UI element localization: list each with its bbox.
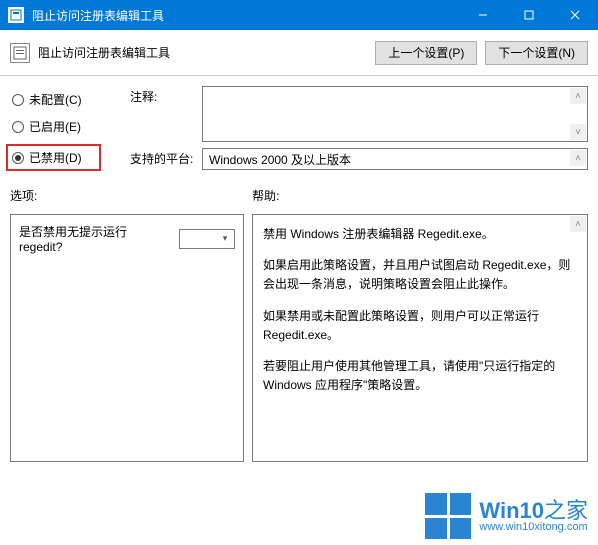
radio-not-configured[interactable]: 未配置(C) <box>10 90 120 109</box>
comment-textbox[interactable]: ˄ ˅ <box>202 86 588 142</box>
section-labels: 选项: 帮助: <box>10 187 588 204</box>
comment-row: 注释: ˄ ˅ <box>130 86 588 142</box>
help-panel: 禁用 Windows 注册表编辑器 Regedit.exe。 如果启用此策略设置… <box>252 214 588 462</box>
titlebar: 阻止访问注册表编辑工具 <box>0 0 598 30</box>
help-label: 帮助: <box>252 187 588 204</box>
scroll-down-icon[interactable]: ˅ <box>570 124 586 140</box>
radio-label: 已禁用(D) <box>29 149 82 166</box>
close-button[interactable] <box>552 0 598 30</box>
platform-label: 支持的平台: <box>130 148 196 167</box>
window-title: 阻止访问注册表编辑工具 <box>32 7 460 24</box>
radio-label: 已启用(E) <box>29 118 81 135</box>
window-buttons <box>460 0 598 30</box>
regedit-silent-option: 是否禁用无提示运行 regedit? ▾ <box>19 223 235 254</box>
options-label: 选项: <box>10 187 252 204</box>
chevron-down-icon: ▾ <box>218 232 232 246</box>
radio-dot-icon <box>12 121 24 133</box>
radio-dot-icon <box>12 152 24 164</box>
toolbar-title: 阻止访问注册表编辑工具 <box>38 44 367 61</box>
help-paragraph: 若要阻止用户使用其他管理工具，请使用"只运行指定的 Windows 应用程序"策… <box>263 357 577 395</box>
state-radio-group: 未配置(C) 已启用(E) 已禁用(D) <box>10 86 120 171</box>
app-icon <box>8 7 24 23</box>
help-paragraph: 如果禁用或未配置此策略设置，则用户可以正常运行 Regedit.exe。 <box>263 307 577 345</box>
help-paragraph: 如果启用此策略设置，并且用户试图启动 Regedit.exe，则会出现一条消息，… <box>263 256 577 294</box>
content-area: 未配置(C) 已启用(E) 已禁用(D) 注释: ˄ ˅ <box>0 76 598 472</box>
minimize-button[interactable] <box>460 0 506 30</box>
help-text: 禁用 Windows 注册表编辑器 Regedit.exe。 如果启用此策略设置… <box>263 225 577 395</box>
radio-disabled[interactable]: 已禁用(D) <box>10 148 97 167</box>
watermark-text: Win10之家 www.win10xitong.com <box>479 500 588 533</box>
platform-textbox: Windows 2000 及以上版本 ˄ <box>202 148 588 170</box>
prev-setting-button[interactable]: 上一个设置(P) <box>375 41 477 65</box>
radio-label: 未配置(C) <box>29 91 82 108</box>
fields: 注释: ˄ ˅ 支持的平台: Windows 2000 及以上版本 ˄ <box>130 86 588 171</box>
watermark-url: www.win10xitong.com <box>479 522 588 533</box>
watermark: Win10之家 www.win10xitong.com <box>425 493 588 539</box>
radio-enabled[interactable]: 已启用(E) <box>10 117 120 136</box>
option-label: 是否禁用无提示运行 regedit? <box>19 223 173 254</box>
platform-row: 支持的平台: Windows 2000 及以上版本 ˄ <box>130 148 588 170</box>
toolbar: 阻止访问注册表编辑工具 上一个设置(P) 下一个设置(N) <box>0 30 598 76</box>
scroll-up-icon[interactable]: ˄ <box>570 88 586 104</box>
comment-label: 注释: <box>130 86 196 105</box>
scroll-up-icon[interactable]: ˄ <box>570 150 586 166</box>
platform-value: Windows 2000 及以上版本 <box>209 153 351 167</box>
policy-icon <box>10 43 30 63</box>
options-panel: 是否禁用无提示运行 regedit? ▾ <box>10 214 244 462</box>
panels-row: 是否禁用无提示运行 regedit? ▾ 禁用 Windows 注册表编辑器 R… <box>10 214 588 462</box>
scroll-up-icon[interactable]: ˄ <box>570 216 586 232</box>
radio-dot-icon <box>12 94 24 106</box>
help-paragraph: 禁用 Windows 注册表编辑器 Regedit.exe。 <box>263 225 577 244</box>
watermark-brand: Win10之家 <box>479 500 588 522</box>
next-setting-button[interactable]: 下一个设置(N) <box>485 41 588 65</box>
highlight-box: 已禁用(D) <box>6 144 101 171</box>
windows-logo-icon <box>425 493 471 539</box>
maximize-button[interactable] <box>506 0 552 30</box>
regedit-silent-combo[interactable]: ▾ <box>179 229 235 249</box>
top-row: 未配置(C) 已启用(E) 已禁用(D) 注释: ˄ ˅ <box>10 86 588 171</box>
